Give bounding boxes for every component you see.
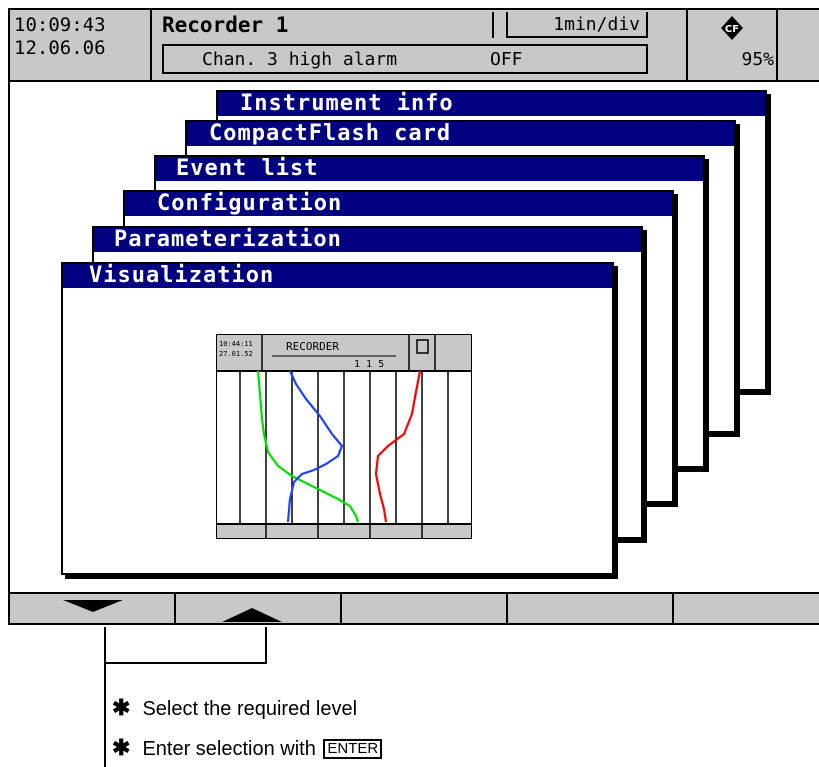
leader-line-bracket [104,662,267,664]
visualization-thumbnail: 10:44:11 27.01.52 RECORDER 1 1 5 [216,334,472,539]
softkey-bar [10,592,819,623]
menu-level-event-list[interactable]: Event list [156,157,703,181]
menu-level-compactflash[interactable]: CompactFlash card [187,122,734,146]
instruction-text-2: Enter selection with [142,738,316,760]
cf-percent: 95% [741,49,774,70]
instruction-select-level: ✱ Select the required level [112,695,357,721]
clock-display: 10:09:43 12.06.06 [10,10,152,80]
softkey-down-button[interactable] [10,594,176,623]
recorder-title: Recorder 1 [162,12,494,38]
softkey-5-button[interactable] [674,594,819,623]
menu-window-visualization[interactable]: Visualization 10:44:11 27.01.52 RECORDER… [61,262,614,575]
svg-text:CF: CF [725,24,739,35]
menu-level-visualization[interactable]: Visualization [63,264,612,288]
cf-card-status: CF 95% [686,10,778,80]
instruction-enter-selection: ✱ Enter selection with ENTER [112,735,383,761]
menu-level-parameterization[interactable]: Parameterization [94,228,641,252]
thumbnail-date: 27.01.52 [219,350,253,358]
alarm-channel: Chan. 3 high alarm [202,49,398,70]
up-arrow-icon [222,608,282,622]
status-header: 10:09:43 12.06.06 Recorder 1 1min/div Ch… [10,10,819,82]
down-arrow-icon [63,600,123,612]
menu-level-configuration[interactable]: Configuration [125,192,672,216]
leader-line-right [265,627,267,664]
instruction-text-1: Select the required level [142,698,358,720]
softkey-up-button[interactable] [176,594,342,623]
leader-line-left [104,627,106,767]
thumbnail-title: RECORDER [286,340,339,353]
softkey-3-button[interactable] [342,594,508,623]
timebase-display: 1min/div [506,12,648,38]
bullet-icon: ✱ [112,695,131,720]
time-text: 10:09:43 [14,14,106,36]
softkey-4-button[interactable] [508,594,674,623]
alarm-status: Chan. 3 high alarm OFF [162,44,648,74]
bullet-icon: ✱ [112,735,131,760]
enter-key-label: ENTER [323,739,383,759]
menu-level-instrument-info[interactable]: Instrument info [218,92,765,116]
recorder-screen: 10:09:43 12.06.06 Recorder 1 1min/div Ch… [8,8,819,625]
date-text: 12.06.06 [14,37,106,59]
thumbnail-time: 10:44:11 [219,340,253,348]
alarm-state: OFF [490,49,523,70]
cf-card-icon: CF [721,16,743,40]
thumbnail-timebase: 1 1 5 [354,359,384,370]
